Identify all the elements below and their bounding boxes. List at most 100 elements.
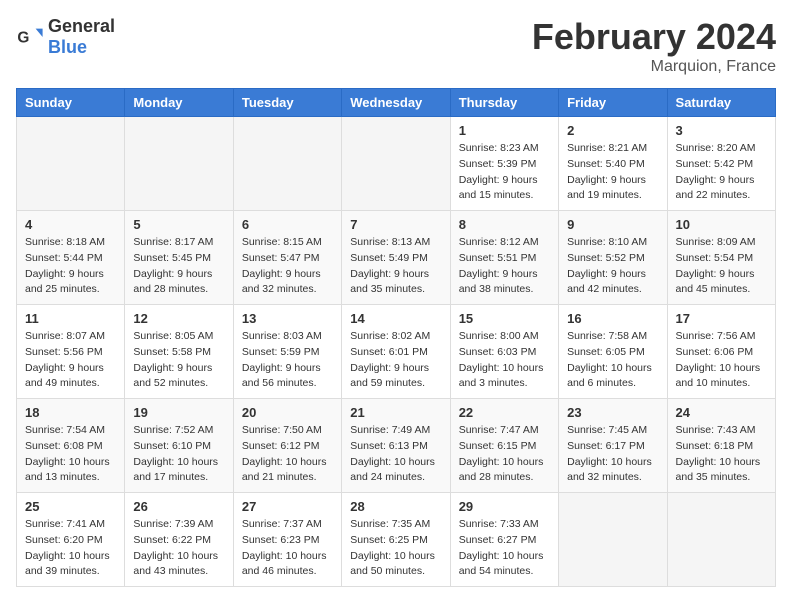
day-header-sunday: Sunday — [17, 89, 125, 117]
day-info: Sunrise: 8:18 AM Sunset: 5:44 PM Dayligh… — [25, 235, 116, 298]
day-number: 9 — [567, 217, 658, 232]
svg-text:G: G — [17, 30, 29, 47]
day-info: Sunrise: 7:37 AM Sunset: 6:23 PM Dayligh… — [242, 517, 333, 580]
day-number: 4 — [25, 217, 116, 232]
calendar-cell — [342, 117, 450, 211]
day-info: Sunrise: 8:17 AM Sunset: 5:45 PM Dayligh… — [133, 235, 224, 298]
day-number: 20 — [242, 405, 333, 420]
subtitle: Marquion, France — [532, 58, 776, 76]
calendar-cell: 19Sunrise: 7:52 AM Sunset: 6:10 PM Dayli… — [125, 399, 233, 493]
day-info: Sunrise: 8:07 AM Sunset: 5:56 PM Dayligh… — [25, 329, 116, 392]
day-number: 27 — [242, 499, 333, 514]
day-number: 1 — [459, 123, 550, 138]
logo-text: General Blue — [48, 16, 115, 58]
calendar-cell — [17, 117, 125, 211]
day-info: Sunrise: 7:43 AM Sunset: 6:18 PM Dayligh… — [676, 423, 767, 486]
header: G General Blue February 2024 Marquion, F… — [16, 16, 776, 76]
calendar-cell: 25 Sunrise: 7:41 AM Sunset: 6:20 PM Dayli… — [17, 493, 125, 587]
calendar-cell: 27 Sunrise: 7:37 AM Sunset: 6:23 PM Dayli… — [233, 493, 341, 587]
day-number: 26 — [133, 499, 224, 514]
calendar-week-5: 25 Sunrise: 7:41 AM Sunset: 6:20 PM Dayli… — [17, 493, 776, 587]
day-info: Sunrise: 7:50 AM Sunset: 6:12 PM Dayligh… — [242, 423, 333, 486]
calendar-cell — [559, 493, 667, 587]
day-header-friday: Friday — [559, 89, 667, 117]
calendar-cell: 1 Sunrise: 8:23 AM Sunset: 5:39 PM Daylig… — [450, 117, 558, 211]
calendar-cell: 5 Sunrise: 8:17 AM Sunset: 5:45 PM Daylig… — [125, 211, 233, 305]
calendar-cell: 2 Sunrise: 8:21 AM Sunset: 5:40 PM Daylig… — [559, 117, 667, 211]
calendar-cell: 3Sunrise: 8:20 AM Sunset: 5:42 PM Daylig… — [667, 117, 775, 211]
day-info: Sunrise: 7:54 AM Sunset: 6:08 PM Dayligh… — [25, 423, 116, 486]
day-number: 22 — [459, 405, 550, 420]
day-header-monday: Monday — [125, 89, 233, 117]
calendar-cell — [125, 117, 233, 211]
day-info: Sunrise: 7:58 AM Sunset: 6:05 PM Dayligh… — [567, 329, 658, 392]
calendar-cell — [233, 117, 341, 211]
calendar-cell: 18 Sunrise: 7:54 AM Sunset: 6:08 PM Dayli… — [17, 399, 125, 493]
day-number: 7 — [350, 217, 441, 232]
calendar-cell: 16 Sunrise: 7:58 AM Sunset: 6:05 PM Dayli… — [559, 305, 667, 399]
logo-general: General — [48, 16, 115, 36]
calendar-cell: 8 Sunrise: 8:12 AM Sunset: 5:51 PM Daylig… — [450, 211, 558, 305]
calendar-cell: 26 Sunrise: 7:39 AM Sunset: 6:22 PM Dayli… — [125, 493, 233, 587]
calendar-cell: 13Sunrise: 8:03 AM Sunset: 5:59 PM Dayli… — [233, 305, 341, 399]
calendar-header: SundayMondayTuesdayWednesdayThursdayFrid… — [17, 89, 776, 117]
calendar-cell: 23Sunrise: 7:45 AM Sunset: 6:17 PM Dayli… — [559, 399, 667, 493]
day-number: 3 — [676, 123, 767, 138]
day-info: Sunrise: 8:00 AM Sunset: 6:03 PM Dayligh… — [459, 329, 550, 392]
day-number: 5 — [133, 217, 224, 232]
day-number: 19 — [133, 405, 224, 420]
day-number: 15 — [459, 311, 550, 326]
day-info: Sunrise: 8:03 AM Sunset: 5:59 PM Dayligh… — [242, 329, 333, 392]
calendar-cell: 12Sunrise: 8:05 AM Sunset: 5:58 PM Dayli… — [125, 305, 233, 399]
calendar-cell — [667, 493, 775, 587]
day-info: Sunrise: 7:35 AM Sunset: 6:25 PM Dayligh… — [350, 517, 441, 580]
day-info: Sunrise: 8:02 AM Sunset: 6:01 PM Dayligh… — [350, 329, 441, 392]
day-info: Sunrise: 8:21 AM Sunset: 5:40 PM Dayligh… — [567, 141, 658, 204]
day-number: 11 — [25, 311, 116, 326]
day-info: Sunrise: 8:23 AM Sunset: 5:39 PM Dayligh… — [459, 141, 550, 204]
calendar-cell: 15 Sunrise: 8:00 AM Sunset: 6:03 PM Dayli… — [450, 305, 558, 399]
calendar-cell: 9Sunrise: 8:10 AM Sunset: 5:52 PM Daylig… — [559, 211, 667, 305]
day-number: 10 — [676, 217, 767, 232]
day-info: Sunrise: 8:05 AM Sunset: 5:58 PM Dayligh… — [133, 329, 224, 392]
calendar-body: 1 Sunrise: 8:23 AM Sunset: 5:39 PM Daylig… — [17, 117, 776, 587]
day-number: 28 — [350, 499, 441, 514]
day-info: Sunrise: 8:15 AM Sunset: 5:47 PM Dayligh… — [242, 235, 333, 298]
calendar-cell: 14 Sunrise: 8:02 AM Sunset: 6:01 PM Dayli… — [342, 305, 450, 399]
calendar-cell: 7Sunrise: 8:13 AM Sunset: 5:49 PM Daylig… — [342, 211, 450, 305]
title-section: February 2024 Marquion, France — [532, 16, 776, 76]
day-info: Sunrise: 7:47 AM Sunset: 6:15 PM Dayligh… — [459, 423, 550, 486]
calendar-cell: 29 Sunrise: 7:33 AM Sunset: 6:27 PM Dayli… — [450, 493, 558, 587]
day-number: 16 — [567, 311, 658, 326]
day-number: 14 — [350, 311, 441, 326]
calendar-cell: 17Sunrise: 7:56 AM Sunset: 6:06 PM Dayli… — [667, 305, 775, 399]
main-title: February 2024 — [532, 16, 776, 58]
day-header-tuesday: Tuesday — [233, 89, 341, 117]
calendar-cell: 11 Sunrise: 8:07 AM Sunset: 5:56 PM Dayli… — [17, 305, 125, 399]
calendar-cell: 24 Sunrise: 7:43 AM Sunset: 6:18 PM Dayli… — [667, 399, 775, 493]
day-number: 2 — [567, 123, 658, 138]
day-number: 23 — [567, 405, 658, 420]
day-header-wednesday: Wednesday — [342, 89, 450, 117]
day-header-thursday: Thursday — [450, 89, 558, 117]
day-header-saturday: Saturday — [667, 89, 775, 117]
day-info: Sunrise: 7:49 AM Sunset: 6:13 PM Dayligh… — [350, 423, 441, 486]
logo: G General Blue — [16, 16, 115, 58]
header-row: SundayMondayTuesdayWednesdayThursdayFrid… — [17, 89, 776, 117]
day-number: 24 — [676, 405, 767, 420]
day-number: 18 — [25, 405, 116, 420]
calendar-cell: 10Sunrise: 8:09 AM Sunset: 5:54 PM Dayli… — [667, 211, 775, 305]
day-info: Sunrise: 8:12 AM Sunset: 5:51 PM Dayligh… — [459, 235, 550, 298]
day-number: 29 — [459, 499, 550, 514]
day-info: Sunrise: 7:39 AM Sunset: 6:22 PM Dayligh… — [133, 517, 224, 580]
calendar-cell: 22 Sunrise: 7:47 AM Sunset: 6:15 PM Dayli… — [450, 399, 558, 493]
day-number: 8 — [459, 217, 550, 232]
calendar-cell: 20 Sunrise: 7:50 AM Sunset: 6:12 PM Dayli… — [233, 399, 341, 493]
calendar-week-1: 1 Sunrise: 8:23 AM Sunset: 5:39 PM Daylig… — [17, 117, 776, 211]
day-info: Sunrise: 7:41 AM Sunset: 6:20 PM Dayligh… — [25, 517, 116, 580]
day-info: Sunrise: 7:33 AM Sunset: 6:27 PM Dayligh… — [459, 517, 550, 580]
day-number: 25 — [25, 499, 116, 514]
logo-blue: Blue — [48, 37, 87, 57]
day-number: 6 — [242, 217, 333, 232]
calendar-cell: 6 Sunrise: 8:15 AM Sunset: 5:47 PM Daylig… — [233, 211, 341, 305]
